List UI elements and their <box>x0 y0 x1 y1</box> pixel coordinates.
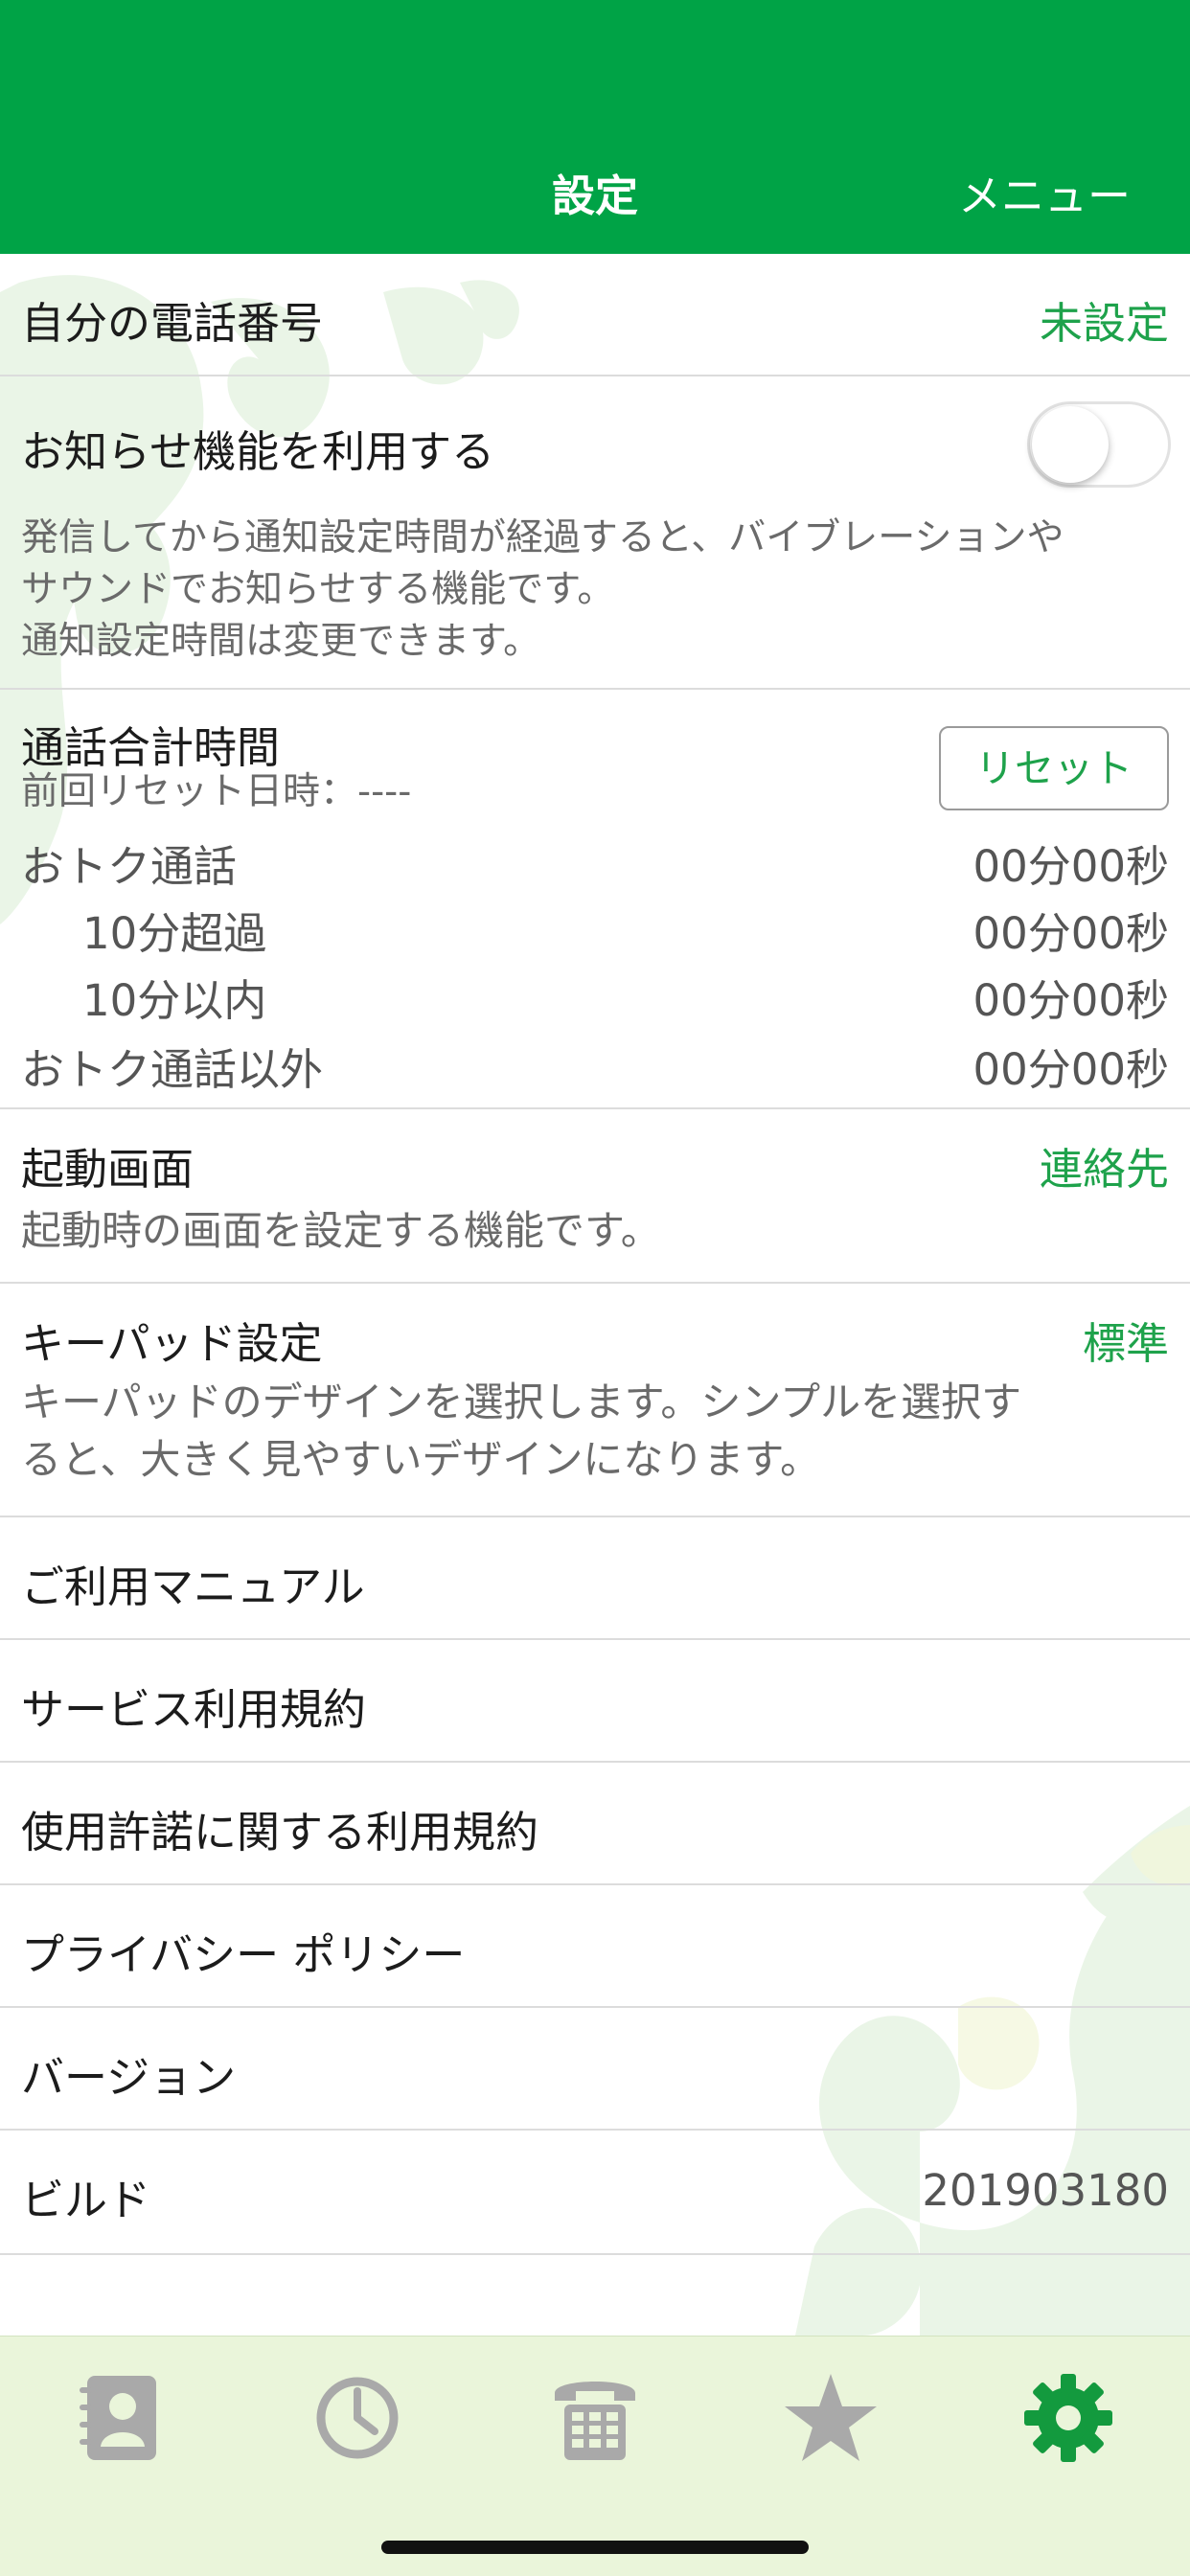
service-terms-row[interactable]: サービス利用規約 <box>0 1640 1190 1763</box>
notify-label: お知らせ機能を利用する <box>21 426 495 477</box>
license-terms-row[interactable]: 使用許諾に関する利用規約 <box>0 1763 1190 1885</box>
keypad-value[interactable]: 標準 <box>1083 1309 1169 1371</box>
notify-description: 発信してから通知設定時間が経過すると、バイブレーションや サウンドでお知らせする… <box>21 513 1169 668</box>
stat-label-other: おトク通話以外 <box>21 1044 324 1095</box>
version-label: バージョン <box>21 2052 237 2103</box>
notify-desc-line-2: サウンドでお知らせする機能です。 <box>21 568 615 611</box>
home-indicator[interactable] <box>381 2541 809 2554</box>
settings-list[interactable]: 自分の電話番号 未設定 お知らせ機能を利用する 発信してから通知設定時間が経過す… <box>0 254 1190 2336</box>
contacts-icon <box>80 2376 156 2460</box>
notify-toggle[interactable] <box>1027 401 1171 488</box>
call-total-row: 通話合計時間 前回リセット日時：---- リセット おトク通話 00分00秒 1… <box>0 690 1190 1109</box>
stat-label-otoku: おトク通話 <box>21 841 238 892</box>
version-row: バージョン <box>0 2008 1190 2131</box>
build-label: ビルド <box>21 2175 151 2225</box>
privacy-policy-row[interactable]: プライバシー ポリシー <box>0 1885 1190 2008</box>
privacy-policy-label: プライバシー ポリシー <box>21 1929 466 1980</box>
startup-screen-value[interactable]: 連絡先 <box>1040 1134 1169 1197</box>
notify-desc-line-3: 通知設定時間は変更できます。 <box>21 620 541 663</box>
startup-screen-desc: 起動時の画面を設定する機能です。 <box>21 1207 661 1254</box>
stat-label-within10: 10分以内 <box>82 975 267 1026</box>
tab-favorites[interactable] <box>759 2356 903 2480</box>
manual-row[interactable]: ご利用マニュアル <box>0 1517 1190 1640</box>
settings-gear-icon <box>1024 2374 1112 2462</box>
build-value: 201903180 <box>922 2165 1169 2216</box>
tab-settings[interactable] <box>996 2356 1140 2480</box>
service-terms-label: サービス利用規約 <box>21 1684 367 1735</box>
keypad-description: キーパッドのデザインを選択します。シンプルを選択す ると、大きく見やすいデザイン… <box>21 1374 1169 1489</box>
license-terms-label: 使用許諾に関する利用規約 <box>21 1807 539 1858</box>
startup-screen-row[interactable]: 起動画面 連絡先 起動時の画面を設定する機能です。 <box>0 1109 1190 1284</box>
favorites-star-icon <box>785 2374 877 2461</box>
keypad-desc-line-1: キーパッドのデザインを選択します。シンプルを選択す <box>21 1379 1022 1425</box>
startup-screen-label: 起動画面 <box>21 1144 195 1195</box>
keypad-desc-line-2: ると、大きく見やすいデザインになります。 <box>21 1436 821 1483</box>
phone-number-label: 自分の電話番号 <box>21 298 324 349</box>
phone-number-value[interactable]: 未設定 <box>1040 288 1169 351</box>
keypad-label: キーパッド設定 <box>21 1318 323 1369</box>
tab-history[interactable] <box>286 2356 429 2480</box>
toggle-knob <box>1032 406 1109 483</box>
keypad-phone-icon <box>555 2382 635 2460</box>
stat-value-otoku: 00分00秒 <box>973 841 1169 892</box>
phone-number-row[interactable]: 自分の電話番号 未設定 <box>0 254 1190 376</box>
stat-value-over10: 00分00秒 <box>973 908 1169 959</box>
stat-label-over10: 10分超過 <box>82 908 267 959</box>
notify-row: お知らせ機能を利用する 発信してから通知設定時間が経過すると、バイブレーションや… <box>0 376 1190 690</box>
menu-button[interactable]: メニュー <box>958 161 1131 223</box>
notify-desc-line-1: 発信してから通知設定時間が経過すると、バイブレーションや <box>21 516 1064 559</box>
stat-value-other: 00分00秒 <box>973 1044 1169 1095</box>
tab-keypad[interactable] <box>523 2356 667 2480</box>
tab-contacts[interactable] <box>46 2356 190 2480</box>
manual-label: ご利用マニュアル <box>21 1562 365 1612</box>
stat-value-within10: 00分00秒 <box>973 975 1169 1026</box>
history-clock-icon <box>316 2377 399 2459</box>
build-row: ビルド 201903180 <box>0 2131 1190 2255</box>
nav-header: 設定 メニュー <box>0 0 1190 254</box>
keypad-row[interactable]: キーパッド設定 標準 キーパッドのデザインを選択します。シンプルを選択す ると、… <box>0 1284 1190 1517</box>
reset-button[interactable]: リセット <box>939 726 1169 810</box>
